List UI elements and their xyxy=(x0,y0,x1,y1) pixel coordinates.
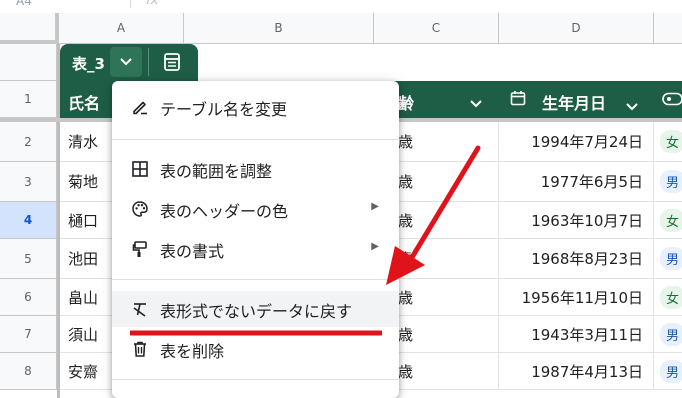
annotation-arrow-head xyxy=(386,246,425,285)
annotation-arrow-shaft xyxy=(405,145,481,267)
annotation-overlay xyxy=(130,145,481,336)
